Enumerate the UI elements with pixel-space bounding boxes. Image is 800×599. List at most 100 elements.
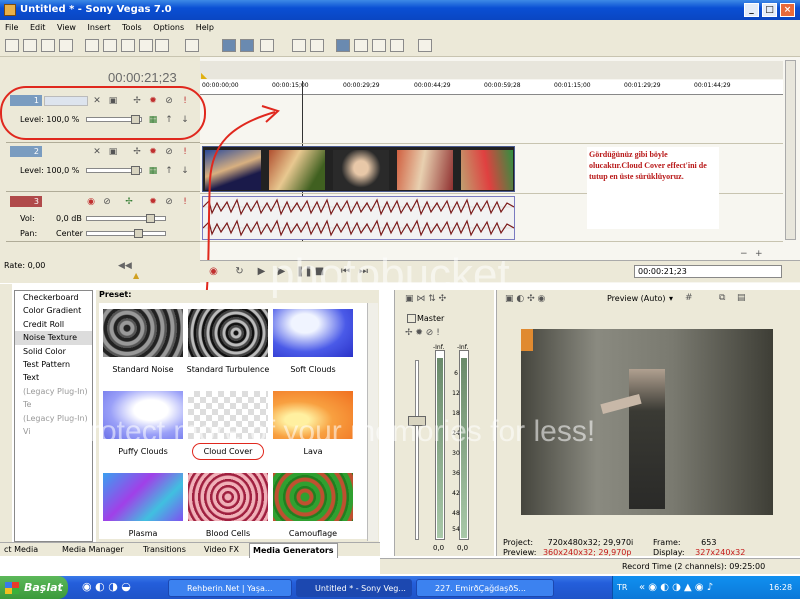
generator-item[interactable]: (Legacy Plug-In) Te bbox=[15, 385, 92, 412]
copy-snapshot-icon[interactable]: ⧉ bbox=[719, 293, 725, 303]
go-to-start-button[interactable]: ⏮ bbox=[340, 266, 351, 277]
tab-media-manager[interactable]: Media Manager bbox=[62, 543, 124, 557]
track-fx-icon[interactable]: ✢ bbox=[124, 197, 134, 207]
whats-this-help-icon[interactable] bbox=[418, 39, 432, 52]
video-track-2-header[interactable]: 2 ✕ ▣ ✢ ✹ ⊘ ! Level: 100,0 % ▦ ↑ ↓ bbox=[6, 144, 200, 192]
menu-insert[interactable]: Insert bbox=[88, 23, 111, 32]
ignore-grouping-icon[interactable] bbox=[310, 39, 324, 52]
master-checkbox[interactable] bbox=[407, 314, 416, 323]
rate-slider-icon[interactable]: ◀◀ bbox=[118, 261, 132, 271]
generator-item[interactable]: Solid Color bbox=[15, 345, 92, 358]
auto-crossfade-icon[interactable] bbox=[240, 39, 254, 52]
master-fx-icon[interactable]: ✢ ✹ ⊘ ! bbox=[405, 328, 440, 338]
preset-camouflage[interactable]: Camouflage bbox=[271, 469, 355, 539]
tab-video-fx[interactable]: Video FX bbox=[204, 543, 239, 557]
delete-icon[interactable] bbox=[139, 39, 153, 52]
minimize-button[interactable]: _ bbox=[744, 3, 759, 17]
generator-item[interactable]: Text bbox=[15, 371, 92, 384]
mixer-toolbar-icon[interactable]: ▣ ⋈ ⇅ ✣ bbox=[405, 294, 446, 304]
invert-phase-icon[interactable]: ⊘ bbox=[102, 197, 112, 207]
task-browser[interactable]: Rehberin.Net | Yaşa... bbox=[168, 579, 292, 597]
preset-scrollbar[interactable] bbox=[367, 303, 378, 541]
copy-icon[interactable] bbox=[103, 39, 117, 52]
record-button[interactable]: ◉ bbox=[208, 266, 219, 277]
stop-button[interactable]: ■ bbox=[314, 266, 325, 277]
generator-item[interactable]: Checkerboard bbox=[15, 291, 92, 304]
compositing-icon[interactable]: ▣ bbox=[108, 147, 118, 157]
save-icon[interactable] bbox=[41, 39, 55, 52]
record-arm-icon[interactable]: ◉ bbox=[86, 197, 96, 207]
audio-fx-icon[interactable]: ✹ bbox=[148, 197, 158, 207]
preset-standard-turbulence[interactable]: Standard Turbulence bbox=[186, 305, 270, 385]
master-fader-track[interactable] bbox=[415, 360, 419, 540]
go-to-end-button[interactable]: ⏭ bbox=[358, 266, 369, 277]
envelope-edit-tool-icon[interactable] bbox=[354, 39, 368, 52]
tab-project-media[interactable]: ct Media bbox=[4, 543, 38, 557]
zoom-in-icon[interactable]: + bbox=[755, 249, 763, 259]
preset-blood-cells[interactable]: Blood Cells bbox=[186, 469, 270, 539]
preview-quality-select[interactable]: Preview (Auto) bbox=[607, 294, 666, 303]
save-snapshot-icon[interactable]: ▤ bbox=[737, 293, 746, 303]
open-icon[interactable] bbox=[23, 39, 37, 52]
preset-plasma[interactable]: Plasma bbox=[101, 469, 185, 539]
preset-standard-noise[interactable]: Standard Noise bbox=[101, 305, 185, 385]
selection-edit-tool-icon[interactable] bbox=[372, 39, 386, 52]
play-from-start-button[interactable]: ▶ bbox=[256, 266, 267, 277]
menu-file[interactable]: File bbox=[5, 23, 18, 32]
chevron-down-icon[interactable]: ▾ bbox=[669, 294, 673, 303]
generator-item[interactable]: Test Pattern bbox=[15, 358, 92, 371]
redo-icon[interactable] bbox=[185, 39, 199, 52]
menu-view[interactable]: View bbox=[57, 23, 76, 32]
menu-options[interactable]: Options bbox=[153, 23, 184, 32]
audio-track-3-header[interactable]: 3 ◉ ⊘ ✢ ✹ ⊘ ! Vol: 0,0 dB Pan: Center bbox=[6, 194, 200, 242]
zoom-out-icon[interactable]: − bbox=[740, 249, 748, 259]
tray-icons[interactable]: « ◉ ◐ ◑ ▲ ◉ ♪ bbox=[639, 576, 713, 599]
volume-knob[interactable] bbox=[146, 214, 155, 223]
fx-icon[interactable]: ✕ bbox=[92, 147, 102, 157]
timeline-vertical-scrollbar[interactable] bbox=[785, 60, 796, 240]
ripple-edit-icon[interactable] bbox=[260, 39, 274, 52]
time-ruler[interactable]: 00:00:00;00 00:00:15;00 00:00:29;29 00:0… bbox=[200, 80, 783, 95]
maximize-button[interactable]: □ bbox=[762, 3, 777, 17]
quick-launch-icons[interactable]: ◉ ◐ ◑ ◒ bbox=[82, 580, 131, 593]
generator-item[interactable]: Color Gradient bbox=[15, 304, 92, 317]
generator-item-selected[interactable]: Noise Texture bbox=[15, 331, 92, 345]
generator-item[interactable]: (Legacy Plug-In) Vi bbox=[15, 412, 92, 439]
compositing-mode-icon[interactable]: ▦ bbox=[148, 166, 158, 176]
loop-playback-button[interactable]: ↻ bbox=[234, 266, 245, 277]
lock-envelopes-icon[interactable] bbox=[292, 39, 306, 52]
zoom-edit-tool-icon[interactable] bbox=[390, 39, 404, 52]
close-button[interactable]: × bbox=[780, 3, 795, 17]
preset-cloud-cover[interactable]: Cloud Cover bbox=[186, 387, 270, 467]
undo-icon[interactable] bbox=[155, 39, 169, 52]
paste-icon[interactable] bbox=[121, 39, 135, 52]
task-sony-vegas[interactable]: Untitled * - Sony Veg... bbox=[296, 579, 412, 597]
mute-icon[interactable]: ⊘ bbox=[164, 197, 174, 207]
save-as-icon[interactable] bbox=[59, 39, 73, 52]
preset-soft-clouds[interactable]: Soft Clouds bbox=[271, 305, 355, 385]
enable-snapping-icon[interactable] bbox=[222, 39, 236, 52]
tab-transitions[interactable]: Transitions bbox=[143, 543, 186, 557]
parent-icon[interactable]: ↑ bbox=[164, 166, 174, 176]
pause-button[interactable]: ❚❚ bbox=[296, 266, 313, 277]
pan-slider[interactable] bbox=[86, 231, 166, 236]
menu-edit[interactable]: Edit bbox=[30, 23, 46, 32]
task-folder[interactable]: 227. EmirðÇağdaşðS... bbox=[416, 579, 554, 597]
preset-puffy-clouds[interactable]: Puffy Clouds bbox=[101, 387, 185, 467]
menu-tools[interactable]: Tools bbox=[122, 23, 142, 32]
track-2-level-knob[interactable] bbox=[131, 166, 140, 175]
overlays-icon[interactable]: # bbox=[685, 293, 693, 303]
normal-edit-tool-icon[interactable] bbox=[336, 39, 350, 52]
generator-item[interactable]: Credit Roll bbox=[15, 318, 92, 331]
master-fader-knob[interactable] bbox=[408, 416, 426, 426]
menu-help[interactable]: Help bbox=[196, 23, 214, 32]
play-button[interactable]: ▶ bbox=[276, 266, 287, 277]
mute-icon[interactable]: ⊘ bbox=[164, 147, 174, 157]
pan-knob[interactable] bbox=[134, 229, 143, 238]
tab-media-generators[interactable]: Media Generators bbox=[249, 543, 338, 558]
cut-icon[interactable] bbox=[85, 39, 99, 52]
track-fx-icon[interactable]: ✹ bbox=[148, 147, 158, 157]
new-icon[interactable] bbox=[5, 39, 19, 52]
preset-lava[interactable]: Lava bbox=[271, 387, 355, 467]
preview-toolbar-icon[interactable]: ▣ ◐ ✣ ◉ bbox=[505, 294, 545, 304]
